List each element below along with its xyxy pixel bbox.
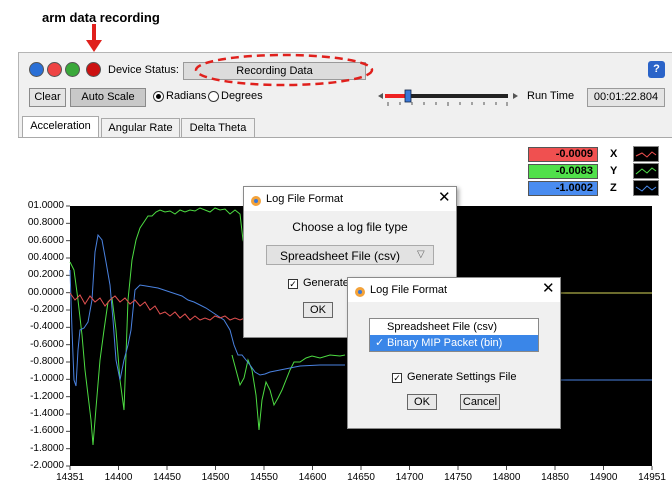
ok-button[interactable]: OK [407, 394, 437, 410]
x-tick-label: 14850 [541, 472, 569, 483]
x-tick-label: 14750 [444, 472, 472, 483]
x-tick-label: 14700 [395, 472, 424, 483]
x-tick-label: 14650 [347, 472, 375, 483]
cancel-button[interactable]: Cancel [460, 394, 500, 410]
generate-settings-checkbox[interactable]: ✓ [392, 373, 402, 383]
log-type-select[interactable]: Spreadsheet File (csv) ▽ [266, 245, 434, 265]
x-tick-label: 14400 [104, 472, 133, 483]
app-logo-icon [250, 192, 262, 206]
x-axis-ticks: 14351 14400 14450 14500 14550 14600 14650 14700… [0, 470, 672, 486]
chevron-down-icon: ▽ [417, 249, 425, 260]
x-tick-label: 14600 [298, 472, 327, 483]
x-tick-label: 14550 [250, 472, 278, 483]
x-tick-label: 14351 [56, 472, 84, 483]
close-icon[interactable]: ✕ [438, 186, 451, 210]
generate-checkbox[interactable]: ✓ [288, 279, 298, 289]
close-icon[interactable]: ✕ [542, 277, 555, 301]
log-type-dropdown-list: Spreadsheet File (csv) ✓ Binary MIP Pack… [369, 318, 539, 352]
checkmark-icon: ✓ [375, 337, 385, 349]
dialog-title: Log File Format [266, 193, 344, 205]
dialog-prompt: Choose a log file type [292, 220, 408, 234]
generate-settings-label: Generate Settings File [407, 371, 517, 383]
dropdown-option-bin[interactable]: ✓ Binary MIP Packet (bin) [370, 335, 538, 351]
log-type-select-value: Spreadsheet File (csv) [280, 249, 401, 263]
dropdown-option-csv[interactable]: Spreadsheet File (csv) [370, 319, 538, 335]
x-tick-label: 14800 [492, 472, 521, 483]
x-tick-label: 14900 [589, 472, 618, 483]
generate-checkbox-label: Generate [303, 277, 349, 289]
app-logo-icon [354, 283, 366, 297]
ok-button[interactable]: OK [303, 302, 333, 318]
x-tick-label: 14951 [638, 472, 666, 483]
dialog-title: Log File Format [370, 284, 448, 296]
dropdown-option-bin-label: Binary MIP Packet (bin) [387, 337, 503, 349]
x-tick-label: 14500 [201, 472, 230, 483]
x-tick-label: 14450 [153, 472, 181, 483]
dialog-titlebar: Log File Format ✕ [348, 278, 560, 302]
dialog-titlebar: Log File Format ✕ [244, 187, 456, 211]
log-file-format-dialog-front: Log File Format ✕ Spreadsheet File (csv)… [347, 277, 561, 429]
